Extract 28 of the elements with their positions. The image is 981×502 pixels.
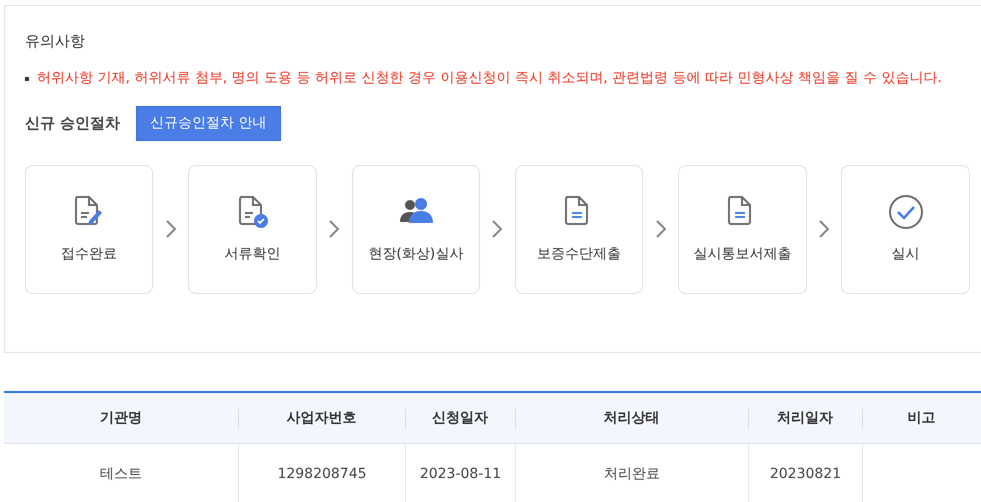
column-header: 처리일자 [748,393,862,444]
chevron-icon [656,220,666,238]
chevron-icon [166,220,176,238]
check-circle-icon [888,194,924,230]
bullet-icon [25,76,29,80]
section-label: 신규 승인절차 [25,112,120,134]
chevron-icon [492,220,502,238]
column-header: 신청일자 [405,393,515,444]
step-label: 실시통보서제출 [693,244,792,264]
step-label: 서류확인 [224,244,281,264]
column-header: 사업자번호 [238,393,405,444]
column-header: 기관명 [4,393,238,444]
table-cell-text: 20230821 [770,464,842,484]
step-label: 실시 [892,244,920,264]
step-label: 접수완료 [61,244,118,264]
column-header: 처리상태 [515,393,748,444]
table-cell-text: 테스트 [100,464,142,484]
guide-button[interactable]: 신규승인절차 안내 [136,106,281,140]
column-header: 비고 [862,393,981,444]
table-cell-text: 2023-08-11 [420,464,502,484]
warning-text: 허위사항 기재, 허위서류 첨부, 명의 도용 등 허위로 신청한 경우 이용신청이 즉시 취소되며, 관련법령 등에 따라 민형사상 책임을 질 수 있습니다. [37,68,942,88]
table-cell-text: 처리완료 [604,464,660,484]
table-cell-text: 1298208745 [277,464,367,484]
section-title: 유의사항 [25,31,86,52]
step-label: 현장(화상)실사 [368,244,464,264]
chevron-icon [819,220,830,238]
step-label: 보증수단제출 [537,244,622,264]
chevron-icon [329,220,340,238]
